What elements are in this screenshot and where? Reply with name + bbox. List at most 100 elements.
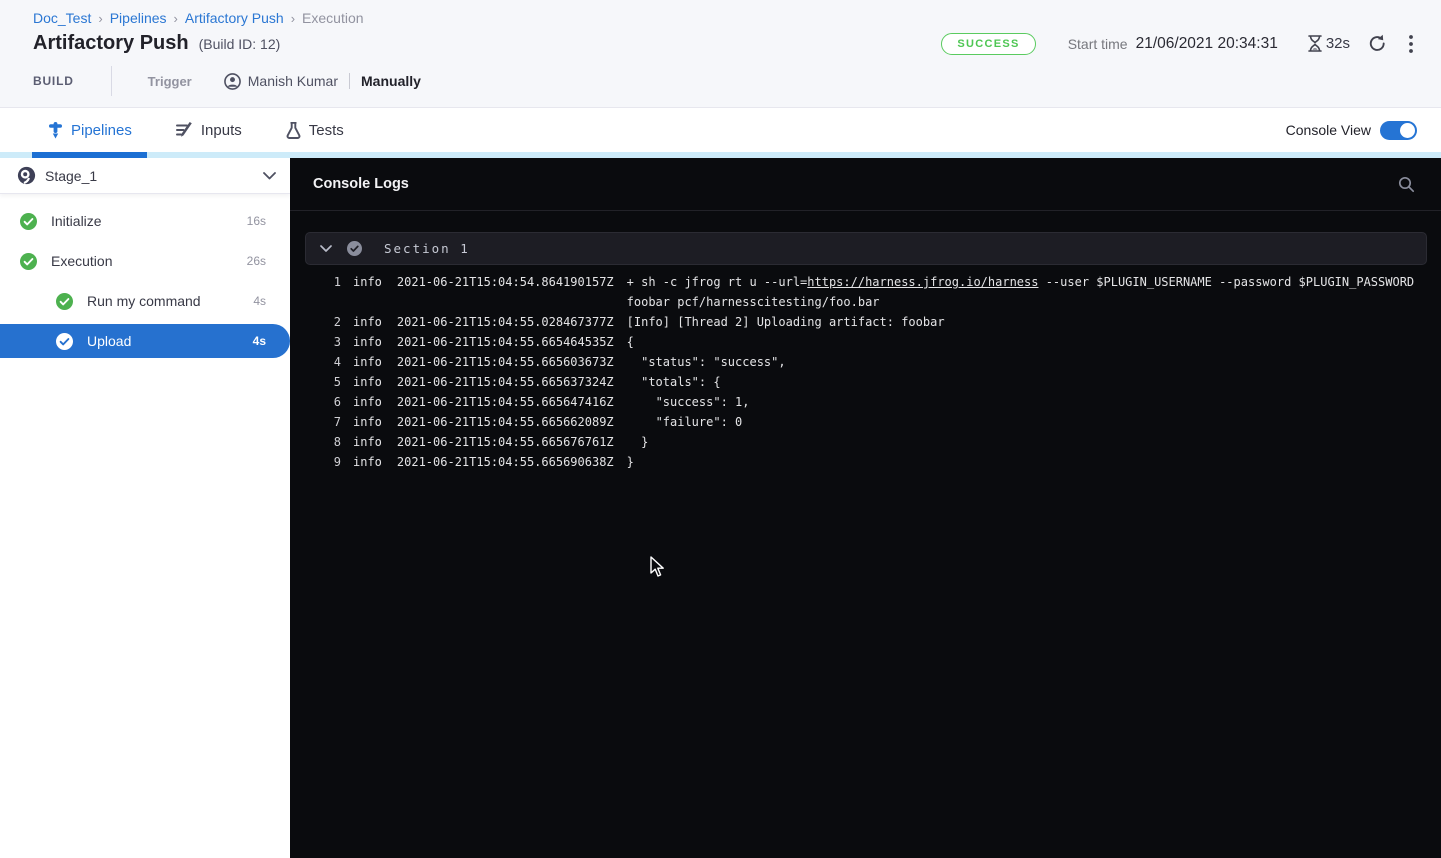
step-row-run-my-command[interactable]: Run my command 4s <box>0 281 290 321</box>
log-level: info <box>353 272 382 312</box>
log-level: info <box>353 372 382 392</box>
log-link[interactable]: https://harness.jfrog.io/harness <box>807 275 1038 289</box>
success-check-icon <box>56 293 73 310</box>
log-level: info <box>353 432 382 452</box>
log-row: 3info2021-06-21T15:04:55.665464535Z{ <box>305 332 1427 352</box>
step-duration: 16s <box>247 214 266 228</box>
step-duration: 4s <box>253 334 266 348</box>
console-header: Console Logs <box>290 158 1441 211</box>
tab-bar: Pipelines Inputs Tests Console View <box>0 108 1441 152</box>
tab-inputs[interactable]: Inputs <box>176 122 242 139</box>
log-row: 5info2021-06-21T15:04:55.665637324Z "tot… <box>305 372 1427 392</box>
tab-pipelines[interactable]: Pipelines <box>48 122 132 139</box>
breadcrumb-link-pipelines[interactable]: Pipelines <box>110 10 167 26</box>
log-line-number: 1 <box>327 272 341 312</box>
log-level: info <box>353 412 382 432</box>
trigger-type: Manually <box>361 73 421 89</box>
log-row: 4 info 2021-06-21T15:04:55.665603673Z "sta… <box>305 352 1427 372</box>
trigger-user: Manish Kumar <box>224 73 338 90</box>
breadcrumb-link-project[interactable]: Doc_Test <box>33 10 91 26</box>
log-level: info <box>353 452 382 472</box>
log-row: 2info2021-06-21T15:04:55.028467377Z[Info… <box>305 312 1427 332</box>
console-view-label: Console View <box>1286 122 1371 138</box>
divider <box>349 73 350 89</box>
log-line-number: 8 <box>327 432 341 452</box>
toggle-knob <box>1400 123 1415 138</box>
step-row-initialize[interactable]: Initialize 16s <box>0 201 290 241</box>
duration: 32s <box>1308 35 1350 52</box>
console-body: Section 1 1info2021-06-21T15:04:54.86419… <box>290 211 1441 472</box>
log-level: info <box>353 352 382 372</box>
success-check-icon <box>20 253 37 270</box>
log-line-number: 2 <box>327 312 341 332</box>
log-timestamp: 2021-06-21T15:04:55.665603673Z <box>397 352 614 372</box>
section-check-icon <box>347 241 362 256</box>
search-icon <box>1398 176 1415 193</box>
log-line-number: 5 <box>327 372 341 392</box>
log-message: + sh -c jfrog rt u --url=https://harness… <box>627 272 1427 312</box>
breadcrumb-current: Execution <box>302 10 363 26</box>
step-duration: 4s <box>253 294 266 308</box>
log-line-number: 4 <box>327 352 341 372</box>
stage-name: Stage_1 <box>45 168 263 184</box>
step-duration: 26s <box>247 254 266 268</box>
tab-label: Inputs <box>201 122 242 139</box>
breadcrumb: Doc_Test › Pipelines › Artifactory Push … <box>33 10 1417 26</box>
log-row: 1info2021-06-21T15:04:54.864190157Z+ sh … <box>305 272 1427 312</box>
log-message: } <box>627 452 1427 472</box>
step-list: Initialize 16s Execution 26s Run my comm… <box>0 194 290 358</box>
log-message: "success": 1, <box>627 392 1427 412</box>
log-level: info <box>353 332 382 352</box>
log-lines: 1info2021-06-21T15:04:54.864190157Z+ sh … <box>305 272 1427 472</box>
build-meta-row: BUILD Trigger Manish Kumar Manually <box>33 66 421 96</box>
step-label: Upload <box>87 333 253 349</box>
refresh-button[interactable] <box>1364 30 1391 57</box>
log-section-header[interactable]: Section 1 <box>305 232 1427 265</box>
kebab-menu-icon <box>1409 35 1413 53</box>
console-view-toggle[interactable] <box>1380 121 1417 140</box>
breadcrumb-link-pipeline[interactable]: Artifactory Push <box>185 10 284 26</box>
log-message: } <box>627 432 1427 452</box>
log-timestamp: 2021-06-21T15:04:55.665647416Z <box>397 392 614 412</box>
trigger-user-name: Manish Kumar <box>248 73 338 89</box>
log-line-number: 6 <box>327 392 341 412</box>
tab-tests[interactable]: Tests <box>286 122 344 139</box>
log-timestamp: 2021-06-21T15:04:55.665676761Z <box>397 432 614 452</box>
step-label: Run my command <box>87 293 253 309</box>
log-row: 9info2021-06-21T15:04:55.665690638Z} <box>305 452 1427 472</box>
success-check-icon <box>20 213 37 230</box>
log-level: info <box>353 392 382 412</box>
avatar-icon <box>224 73 241 90</box>
section-title: Section 1 <box>384 241 470 256</box>
start-time-value: 21/06/2021 20:34:31 <box>1136 35 1278 53</box>
pipelines-icon <box>48 122 63 139</box>
chevron-down-icon[interactable] <box>320 245 332 252</box>
log-message: "status": "success", <box>627 352 1427 372</box>
build-type-label: BUILD <box>33 74 74 88</box>
step-label: Execution <box>51 253 247 269</box>
step-row-execution[interactable]: Execution 26s <box>0 241 290 281</box>
stage-icon <box>17 166 36 185</box>
console-view-control: Console View <box>1286 121 1417 140</box>
breadcrumb-separator: › <box>291 11 295 26</box>
log-timestamp: 2021-06-21T15:04:55.665464535Z <box>397 332 614 352</box>
log-timestamp: 2021-06-21T15:04:55.665662089Z <box>397 412 614 432</box>
build-id: (Build ID: 12) <box>199 36 281 52</box>
duration-value: 32s <box>1326 35 1350 52</box>
log-line-number: 9 <box>327 452 341 472</box>
chevron-down-icon[interactable] <box>263 172 276 180</box>
inputs-icon <box>176 122 193 138</box>
active-tab-underline <box>32 152 147 158</box>
page-header: Doc_Test › Pipelines › Artifactory Push … <box>0 0 1441 108</box>
log-search-button[interactable] <box>1394 172 1419 197</box>
more-options-button[interactable] <box>1405 31 1417 57</box>
stage-selector[interactable]: Stage_1 <box>0 158 290 194</box>
log-message: "failure": 0 <box>627 412 1427 432</box>
console-panel: Console Logs Section 1 1info2021-06-21T <box>290 158 1441 858</box>
breadcrumb-separator: › <box>174 11 178 26</box>
page-title: Artifactory Push <box>33 32 189 55</box>
log-timestamp: 2021-06-21T15:04:55.028467377Z <box>397 312 614 332</box>
log-row: 7info2021-06-21T15:04:55.665662089Z "fai… <box>305 412 1427 432</box>
step-row-upload[interactable]: Upload 4s <box>0 324 290 358</box>
log-timestamp: 2021-06-21T15:04:55.665637324Z <box>397 372 614 392</box>
